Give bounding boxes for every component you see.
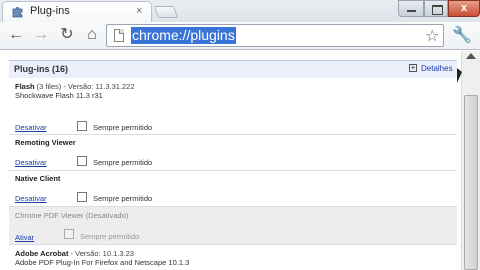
tab-close-icon[interactable]: ×	[136, 5, 142, 17]
home-icon[interactable]: ⌂	[82, 25, 102, 45]
reload-icon[interactable]: ↻	[57, 25, 77, 45]
disable-link[interactable]: Desativar	[15, 194, 47, 203]
always-allowed-label: Sempre permitido	[80, 232, 140, 241]
plugin-item-adobe-acrobat: Adobe Acrobat - Versão: 10.1.3.23 Adobe …	[9, 245, 457, 270]
always-allowed-checkbox[interactable]	[77, 156, 87, 166]
back-arrow-icon[interactable]: ←	[6, 25, 26, 45]
plugin-item-remoting-viewer: Remoting Viewer Desativar Sempre permiti…	[9, 135, 457, 171]
plugin-description: Adobe PDF Plug-In For Firefox and Netsca…	[15, 258, 190, 267]
toolbar: ← → ↻ ⌂ chrome://plugins ☆ 🔧	[0, 22, 480, 50]
plugin-name: Flash (3 files) - Versão: 11.3.31.222	[15, 82, 135, 91]
scrollbar-thumb[interactable]	[464, 95, 478, 270]
title-bar: Plug-ins × x	[0, 0, 480, 22]
details-label: Detalhes	[421, 64, 453, 73]
tab-title: Plug-ins	[30, 5, 70, 17]
minimize-button[interactable]	[398, 0, 424, 17]
plugin-name: Remoting Viewer	[15, 138, 76, 147]
wrench-menu-icon[interactable]: 🔧	[452, 25, 472, 45]
scroll-up-arrow-icon[interactable]	[466, 53, 476, 59]
always-allowed-label: Sempre permitido	[93, 194, 153, 203]
plugin-description: Shockwave Flash 11.3 r31	[15, 91, 103, 100]
page-title: Plug-ins (16)	[14, 64, 69, 74]
plugin-name: Adobe Acrobat - Versão: 10.1.3.23	[15, 249, 134, 258]
mouse-cursor-icon	[457, 68, 462, 83]
disable-link[interactable]: Desativar	[15, 123, 47, 132]
plus-box-icon: +	[409, 63, 417, 72]
always-allowed-label: Sempre permitido	[93, 158, 153, 167]
url-text[interactable]: chrome://plugins	[131, 27, 236, 44]
vertical-scrollbar[interactable]	[461, 51, 480, 270]
address-bar[interactable]: chrome://plugins ☆	[106, 24, 444, 47]
plugins-header: Plug-ins (16) + Detalhes	[9, 60, 457, 78]
always-allowed-checkbox[interactable]	[77, 121, 87, 131]
plugin-item-flash: Flash (3 files) - Versão: 11.3.31.222 Sh…	[9, 78, 457, 135]
close-window-button[interactable]: x	[448, 0, 480, 17]
plugin-name: Native Client	[15, 174, 61, 183]
tab-plugins[interactable]: Plug-ins ×	[2, 1, 152, 22]
always-allowed-checkbox[interactable]	[64, 229, 74, 239]
plugin-item-chrome-pdf-viewer: Chrome PDF Viewer (Desativado) Ativar Se…	[9, 207, 457, 245]
bookmark-star-icon[interactable]: ☆	[425, 26, 439, 46]
always-allowed-label: Sempre permitido	[93, 123, 153, 132]
page-icon	[114, 29, 124, 42]
always-allowed-checkbox[interactable]	[77, 192, 87, 202]
maximize-button[interactable]	[424, 0, 448, 17]
plugin-name: Chrome PDF Viewer (Desativado)	[15, 211, 129, 220]
disable-link[interactable]: Desativar	[15, 158, 47, 167]
plugin-item-native-client: Native Client Desativar Sempre permitido	[9, 171, 457, 207]
puzzle-piece-icon	[12, 7, 23, 18]
new-tab-button[interactable]	[153, 6, 179, 18]
enable-link[interactable]: Ativar	[15, 233, 34, 242]
plugins-page: Plug-ins (16) + Detalhes Flash (3 files)…	[0, 51, 461, 270]
forward-arrow-icon[interactable]: →	[31, 25, 51, 45]
